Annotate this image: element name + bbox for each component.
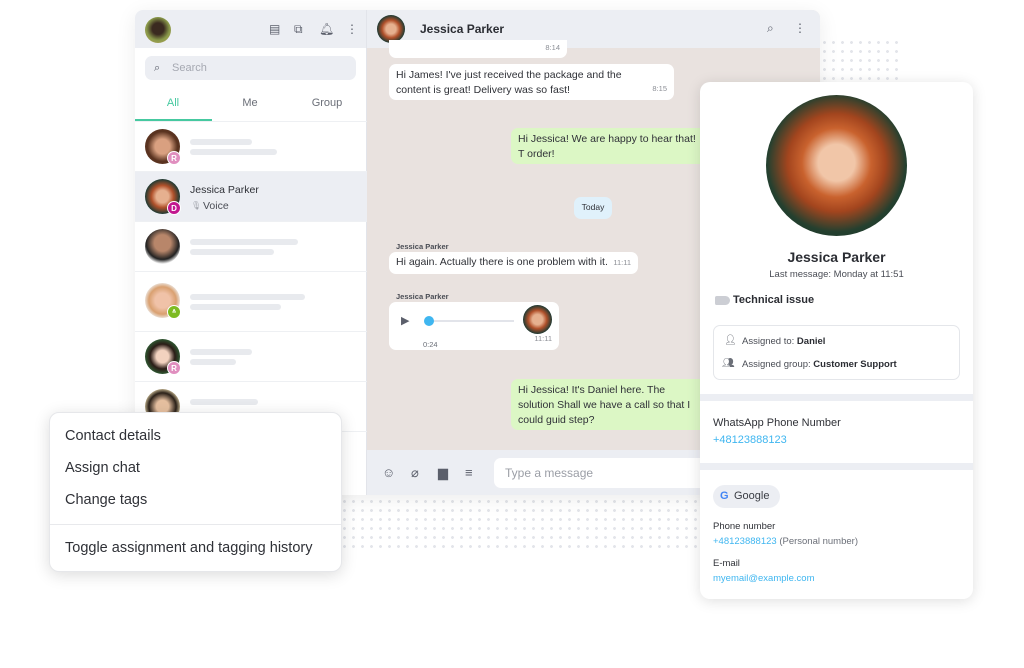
tab-me[interactable]: Me — [212, 97, 288, 109]
tab-group[interactable]: Group — [289, 97, 365, 109]
group-icon: 👥︎ — [722, 358, 735, 369]
bell-icon[interactable]: 🔔︎ — [319, 23, 334, 35]
role-badge: R — [167, 151, 181, 165]
chat-preview: Voice — [203, 200, 229, 212]
phone-label: Phone number — [713, 521, 776, 532]
source-chip: G Google — [713, 485, 780, 508]
phone-number[interactable]: +48123888123 — [713, 536, 777, 547]
voice-progress-track[interactable] — [426, 320, 514, 322]
more-vertical-icon[interactable]: ⋮ — [794, 22, 806, 34]
context-menu: Contact details Assign chat Change tags … — [49, 412, 342, 572]
search-icon: ⌕ — [154, 62, 161, 74]
message-bubble: 8:14 — [389, 40, 567, 58]
contact-name: Jessica Parker — [420, 22, 505, 36]
chat-icon[interactable]: ▤ — [269, 23, 280, 35]
message-bubble-outgoing: Hi Jessica! We are happy to hear that! T… — [511, 128, 711, 164]
attachment-icon[interactable]: ⌀ — [411, 466, 419, 479]
multi-chat-icon[interactable]: ⧉ — [294, 23, 303, 35]
voice-progress-handle[interactable] — [423, 316, 434, 326]
whatsapp-number[interactable]: +48123888123 — [713, 434, 787, 446]
tag-icon — [715, 296, 730, 305]
microphone-icon: 🎙︎ — [191, 201, 202, 210]
sender-name: Jessica Parker — [396, 292, 449, 301]
person-icon: 👤︎ — [724, 335, 737, 346]
user-avatar[interactable] — [145, 17, 171, 43]
message-bubble-outgoing: Hi Jessica! It's Daniel here. The soluti… — [511, 379, 711, 430]
last-message: Last message: Monday at 11:51 — [769, 269, 904, 280]
emoji-icon[interactable]: ☺ — [382, 466, 395, 479]
contact-name: Jessica Parker — [787, 249, 886, 265]
search-input[interactable]: Search — [145, 56, 356, 80]
role-badge: D — [167, 201, 181, 215]
menu-item-assign-chat[interactable]: Assign chat — [65, 460, 140, 476]
voice-message: ▶ 0:24 11:11 — [389, 302, 559, 350]
menu-item-contact-details[interactable]: Contact details — [65, 428, 161, 444]
template-icon[interactable]: ≡ — [465, 466, 473, 479]
group-badge-icon: ᐞ — [167, 305, 181, 319]
menu-divider — [50, 524, 341, 525]
google-icon: G — [720, 490, 729, 502]
sender-name: Jessica Parker — [396, 242, 449, 251]
decoration-dots — [340, 497, 700, 552]
chat-list-item[interactable] — [135, 222, 367, 272]
sidebar-header: ▤ ⧉ 🔔︎ ⋮ — [135, 10, 366, 48]
email-label: E-mail — [713, 558, 740, 569]
message-bubble: Hi again. Actually there is one problem … — [389, 252, 638, 274]
contact-photo — [766, 95, 907, 236]
quick-reply-icon[interactable]: ▆ — [438, 466, 448, 479]
menu-item-toggle-history[interactable]: Toggle assignment and tagging history — [65, 540, 312, 556]
chat-list-item-active[interactable]: D Jessica Parker 🎙︎ Voice — [135, 172, 367, 222]
search-icon[interactable]: ⌕ — [767, 22, 774, 34]
contact-details-panel: Jessica Parker Last message: Monday at 1… — [700, 82, 973, 599]
tag-label[interactable]: Technical issue — [733, 294, 814, 306]
date-divider: Today — [574, 197, 612, 219]
role-badge: R — [167, 361, 181, 375]
chat-list-item[interactable]: ᐞ — [135, 272, 367, 332]
whatsapp-label: WhatsApp Phone Number — [713, 417, 841, 429]
chat-name: Jessica Parker — [190, 184, 259, 196]
chat-list-item[interactable]: R — [135, 332, 367, 382]
decoration-dots — [820, 38, 900, 88]
chat-list-item[interactable]: R — [135, 122, 367, 172]
menu-item-change-tags[interactable]: Change tags — [65, 492, 147, 508]
assignment-box[interactable]: 👤︎ Assigned to: Daniel 👥︎ Assigned group… — [713, 325, 960, 380]
tab-all[interactable]: All — [135, 97, 211, 109]
message-bubble: Hi James! I've just received the package… — [389, 64, 674, 100]
more-vertical-icon[interactable]: ⋮ — [346, 23, 358, 35]
contact-avatar[interactable] — [377, 15, 405, 43]
phone-note: (Personal number) — [779, 536, 858, 547]
play-icon[interactable]: ▶ — [401, 314, 409, 329]
email-link[interactable]: myemail@example.com — [713, 573, 815, 584]
